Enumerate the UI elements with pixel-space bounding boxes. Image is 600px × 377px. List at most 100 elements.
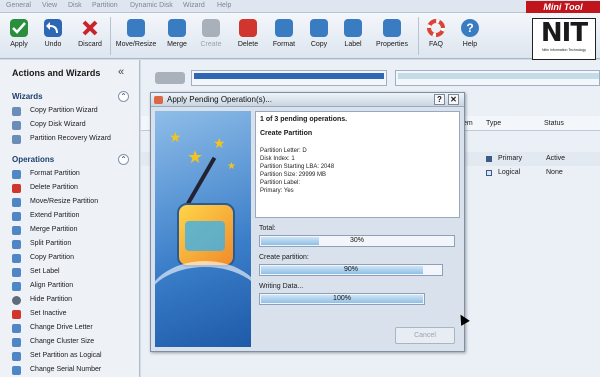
star-icon: ★ xyxy=(213,135,226,151)
delete-button[interactable]: Delete xyxy=(234,19,262,57)
operation-info-box: 1 of 3 pending operations. Create Partit… xyxy=(255,111,460,218)
collapse-wizards-icon[interactable]: ⌃ xyxy=(118,91,129,102)
cancel-button[interactable]: Cancel xyxy=(395,327,455,344)
panel-header: Actions and Wizards « xyxy=(0,66,140,82)
col-header-type[interactable]: Type xyxy=(486,120,501,127)
format-button[interactable]: Format xyxy=(270,19,298,57)
op-label: Set Partition as Logical xyxy=(30,352,102,359)
toolbar-separator xyxy=(418,17,419,55)
op-move-resize-partition[interactable]: Move/Resize Partition xyxy=(12,196,137,208)
progress-bar-total: 30% xyxy=(259,235,455,247)
op-hide-partition[interactable]: Hide Partition xyxy=(12,294,137,306)
undo-button[interactable]: Undo xyxy=(40,19,66,57)
help-label: Help xyxy=(462,41,478,48)
nit-logo: NIT Nitin Information Technology xyxy=(532,18,596,60)
menu-partition[interactable]: Partition xyxy=(92,2,118,9)
dialog-title: Apply Pending Operation(s)... xyxy=(167,95,272,104)
label-label: Label xyxy=(344,41,362,48)
op-label: Change Cluster Size xyxy=(30,338,95,345)
disk-partition-bar[interactable] xyxy=(395,70,600,86)
row-type: Primary xyxy=(498,155,523,162)
extend-partition-icon xyxy=(12,212,21,221)
menu-general[interactable]: General xyxy=(6,2,31,9)
op-set-label[interactable]: Set Label xyxy=(12,266,137,278)
move-resize-label: Move/Resize xyxy=(115,41,157,48)
op-label: Format Partition xyxy=(30,170,80,177)
copy-label: Copy xyxy=(310,41,328,48)
op-delete-partition[interactable]: Delete Partition xyxy=(12,182,137,194)
op-split-partition[interactable]: Split Partition xyxy=(12,238,137,250)
set-label-icon xyxy=(12,268,21,277)
op-copy-partition[interactable]: Copy Partition xyxy=(12,252,137,264)
wizard-item-copy-disk[interactable]: Copy Disk Wizard xyxy=(12,119,137,131)
set-logical-icon xyxy=(12,352,21,361)
merge-button[interactable]: Merge xyxy=(164,19,190,57)
op-merge-partition[interactable]: Merge Partition xyxy=(12,224,137,236)
menu-disk[interactable]: Disk xyxy=(68,2,82,9)
op-set-partition-logical[interactable]: Set Partition as Logical xyxy=(12,350,137,362)
operations-summary: 1 of 3 pending operations. xyxy=(260,116,348,123)
wizards-group-header[interactable]: Wizards ⌃ xyxy=(0,90,140,104)
col-header-status[interactable]: Status xyxy=(544,120,564,127)
menu-wizard[interactable]: Wizard xyxy=(183,2,205,9)
op-extend-partition[interactable]: Extend Partition xyxy=(12,210,137,222)
discard-label: Discard xyxy=(78,41,102,48)
primary-partition-icon xyxy=(486,156,492,162)
discard-button[interactable]: Discard xyxy=(76,19,104,57)
faq-button[interactable]: FAQ xyxy=(424,19,448,57)
help-icon: ? xyxy=(461,19,479,37)
copy-button[interactable]: Copy xyxy=(306,19,332,57)
collapse-operations-icon[interactable]: ⌃ xyxy=(118,154,129,165)
progress-text: 90% xyxy=(343,266,358,273)
progress-bar-writing: 100% xyxy=(259,293,425,305)
menu-help[interactable]: Help xyxy=(217,2,231,9)
operations-group-header[interactable]: Operations ⌃ xyxy=(0,153,140,167)
set-inactive-icon xyxy=(12,310,21,319)
label-button[interactable]: Label xyxy=(340,19,366,57)
wizard-item-copy-partition[interactable]: Copy Partition Wizard xyxy=(12,105,137,117)
progress-label-total: Total: xyxy=(259,225,276,232)
collapse-panel-icon[interactable]: « xyxy=(118,66,124,78)
operations-title: Operations xyxy=(12,155,55,164)
help-button[interactable]: ? Help xyxy=(458,19,482,57)
row-type: Logical xyxy=(498,169,521,176)
op-align-partition[interactable]: Align Partition xyxy=(12,280,137,292)
format-label: Format xyxy=(272,41,296,48)
lifebuoy-icon xyxy=(427,19,445,37)
op-change-cluster-size[interactable]: Change Cluster Size xyxy=(12,336,137,348)
disk-partition-bar[interactable] xyxy=(191,70,387,86)
star-icon: ★ xyxy=(227,161,236,172)
label-icon xyxy=(344,19,362,37)
dialog-close-button[interactable]: ✕ xyxy=(448,94,459,105)
op-label: Delete Partition xyxy=(30,184,78,191)
menu-bar: General View Disk Partition Dynamic Disk… xyxy=(0,0,600,13)
properties-button[interactable]: Properties xyxy=(372,19,412,57)
dialog-help-button[interactable]: ? xyxy=(434,94,445,105)
op-label: Copy Partition xyxy=(30,254,74,261)
split-partition-icon xyxy=(12,240,21,249)
apply-button[interactable]: Apply xyxy=(6,19,32,57)
detail-line: Partition Starting LBA: 2048 xyxy=(260,164,335,170)
op-format-partition[interactable]: Format Partition xyxy=(12,168,137,180)
detail-line: Disk Index: 1 xyxy=(260,156,295,162)
op-change-serial-number[interactable]: Change Serial Number xyxy=(12,364,137,376)
op-label: Hide Partition xyxy=(30,296,73,303)
move-resize-button[interactable]: Move/Resize xyxy=(114,19,158,57)
disk-cube-icon xyxy=(185,221,225,251)
op-change-drive-letter[interactable]: Change Drive Letter xyxy=(12,322,137,334)
op-label: Set Inactive xyxy=(30,310,67,317)
align-partition-icon xyxy=(12,282,21,291)
wizard-item-partition-recovery[interactable]: Partition Recovery Wizard xyxy=(12,133,137,145)
panel-title: Actions and Wizards xyxy=(12,68,101,78)
dialog-titlebar[interactable]: Apply Pending Operation(s)... ? ✕ xyxy=(151,93,464,107)
create-button[interactable]: Create xyxy=(198,19,224,57)
properties-icon xyxy=(383,19,401,37)
move-resize-icon xyxy=(127,19,145,37)
nit-logo-text: NIT xyxy=(540,18,588,48)
toolbar: Apply Undo Discard Move/Resize Merge Cre… xyxy=(0,13,600,59)
logical-partition-icon xyxy=(486,170,492,176)
menu-dynamic-disk[interactable]: Dynamic Disk xyxy=(130,2,173,9)
menu-view[interactable]: View xyxy=(42,2,57,9)
wizard-label: Partition Recovery Wizard xyxy=(30,135,111,142)
op-set-inactive[interactable]: Set Inactive xyxy=(12,308,137,320)
